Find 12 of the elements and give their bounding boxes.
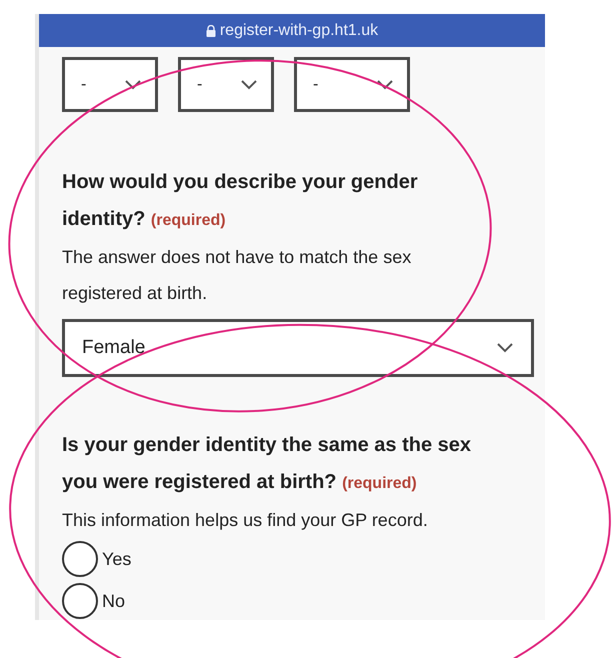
- date-select[interactable]: -: [178, 57, 274, 112]
- radio-option[interactable]: No: [62, 580, 126, 622]
- date-select[interactable]: -: [294, 57, 410, 112]
- hint-text: This information helps us find your GP record.: [62, 509, 429, 532]
- question-label: Is your gender identity the same as the sex you were registered at birth? (required): [62, 433, 472, 495]
- date-select[interactable]: -: [62, 57, 158, 112]
- gender-select[interactable]: Female: [62, 319, 534, 377]
- address-bar[interactable]: register-with-gp.ht1.uk: [39, 14, 545, 47]
- question-label: How would you describe your gender identity? (required): [62, 170, 419, 232]
- url-text: register-with-gp.ht1.uk: [220, 21, 378, 41]
- radio-option[interactable]: Yes: [62, 538, 132, 580]
- hint-text: The answer does not have to match the sex registered at birth.: [62, 246, 412, 305]
